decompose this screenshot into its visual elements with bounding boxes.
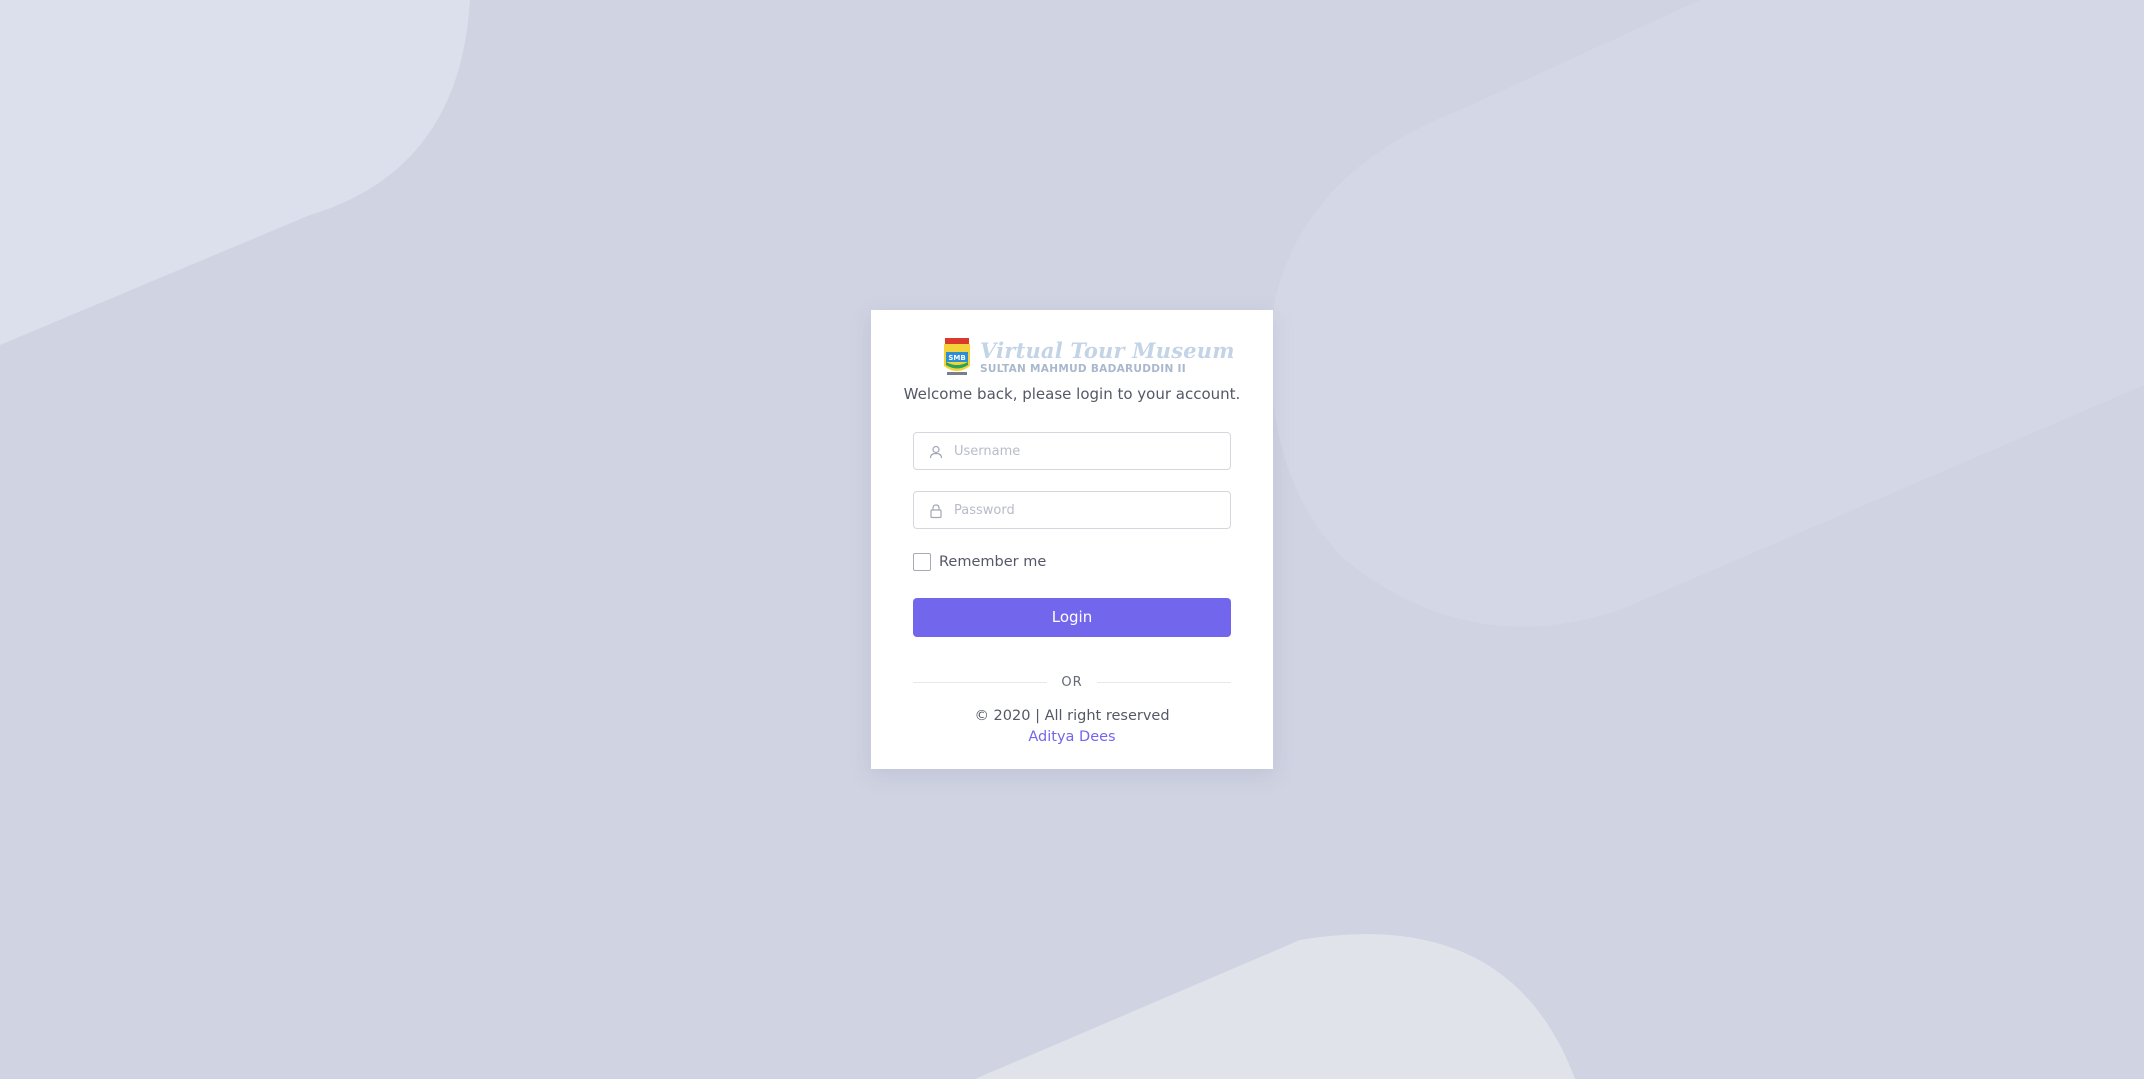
logo-title: Virtual Tour Museum (980, 337, 1235, 363)
background-shape-top-left (0, 0, 470, 345)
password-field[interactable] (913, 491, 1231, 529)
logo-subtitle: SULTAN MAHMUD BADARUDDIN II (980, 362, 1186, 375)
login-button[interactable]: Login (913, 598, 1231, 637)
or-divider: OR (913, 672, 1232, 692)
password-input[interactable] (954, 492, 1224, 528)
welcome-message: Welcome back, please login to your accou… (903, 385, 1241, 403)
divider-line-left (913, 681, 1048, 683)
background-shape-right (1271, 0, 2144, 627)
copyright-text: © 2020 | All right reserved (974, 708, 1170, 724)
background-shape-bottom (975, 934, 1575, 1079)
username-input[interactable] (954, 433, 1224, 469)
divider-label: OR (1061, 674, 1083, 690)
lock-icon (930, 504, 942, 519)
user-icon (929, 445, 943, 459)
remember-me[interactable]: Remember me (913, 551, 1046, 573)
remember-me-checkbox[interactable] (913, 553, 931, 571)
login-card: SMB Virtual Tour Museum SULTAN MAHMUD BA… (871, 310, 1273, 769)
museum-emblem-icon: SMB (944, 338, 970, 375)
emblem-letters: SMB (948, 354, 965, 362)
logo: SMB Virtual Tour Museum SULTAN MAHMUD BA… (941, 336, 1235, 378)
divider-line-right (1096, 681, 1232, 683)
remember-me-label[interactable]: Remember me (939, 554, 1046, 570)
username-field[interactable] (913, 432, 1231, 470)
author-link[interactable]: Aditya Dees (871, 727, 1273, 747)
